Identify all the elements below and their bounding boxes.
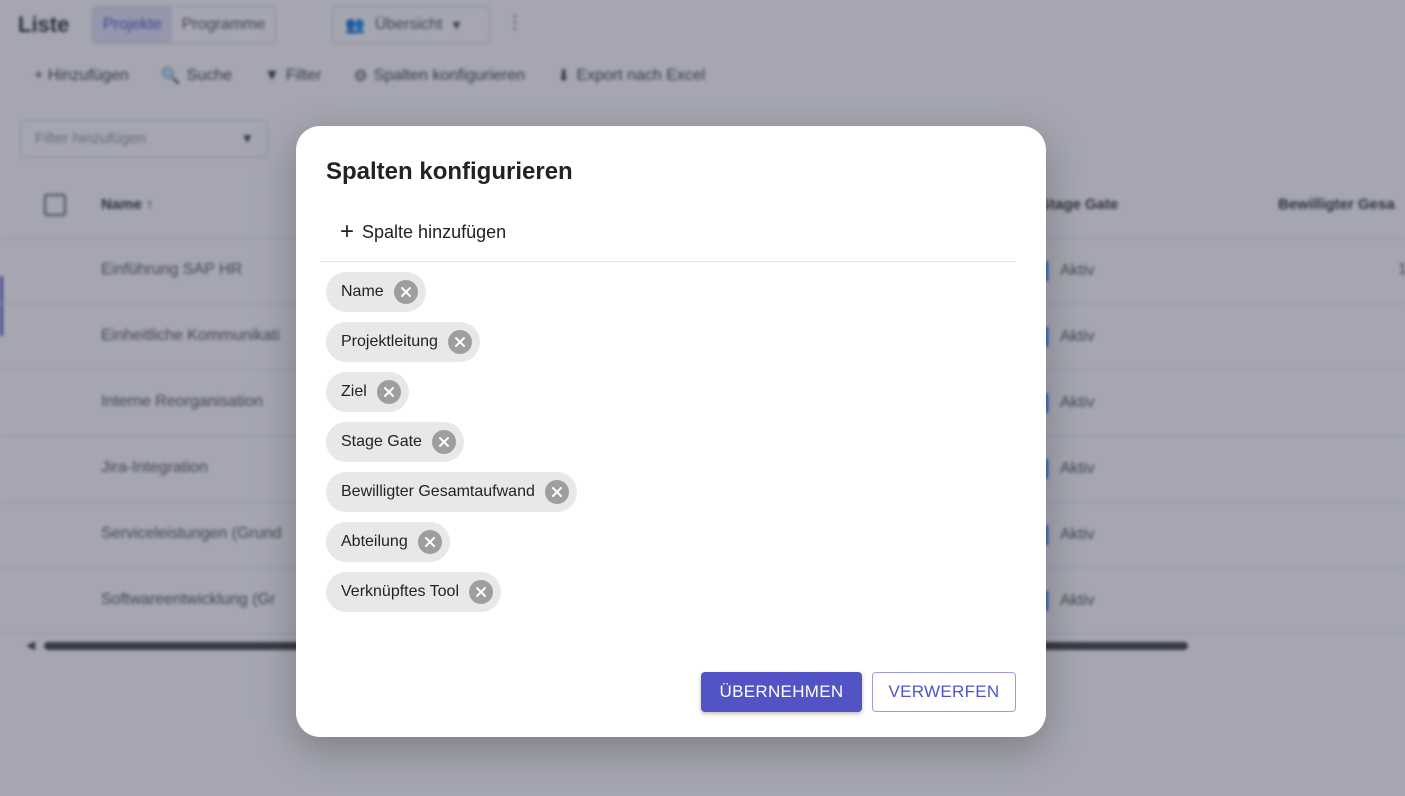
column-chip-name[interactable]: Name — [326, 272, 426, 312]
chip-label: Stage Gate — [341, 433, 422, 450]
remove-column-icon[interactable] — [469, 580, 494, 604]
column-chip-stage-gate[interactable]: Stage Gate — [326, 422, 464, 462]
plus-icon: + — [340, 218, 355, 245]
chip-label: Name — [341, 283, 384, 300]
chip-label: Verknüpftes Tool — [341, 583, 460, 600]
discard-button[interactable]: VERWERFEN — [872, 672, 1016, 712]
column-chip-projektleitung[interactable]: Projektleitung — [326, 322, 480, 362]
column-chip-list: Name Projektleitung Ziel Stage Gate Bewi… — [326, 272, 577, 612]
chip-label: Ziel — [341, 383, 367, 400]
column-chip-verknuepftes-tool[interactable]: Verknüpftes Tool — [326, 572, 502, 612]
remove-column-icon[interactable] — [376, 380, 401, 404]
divider — [320, 261, 1016, 262]
remove-column-icon[interactable] — [431, 430, 456, 454]
column-chip-bewilligter-gesamtaufwand[interactable]: Bewilligter Gesamtaufwand — [326, 472, 577, 512]
remove-column-icon[interactable] — [544, 480, 569, 504]
chip-label: Abteilung — [341, 533, 408, 550]
add-column-button[interactable]: + Spalte hinzufügen — [326, 214, 520, 250]
add-column-label: Spalte hinzufügen — [362, 221, 507, 242]
remove-column-icon[interactable] — [447, 330, 472, 354]
dialog-title: Spalten konfigurieren — [326, 158, 573, 185]
column-chip-abteilung[interactable]: Abteilung — [326, 522, 450, 562]
remove-column-icon[interactable] — [393, 280, 418, 304]
column-chip-ziel[interactable]: Ziel — [326, 372, 409, 412]
chip-label: Bewilligter Gesamtaufwand — [341, 483, 535, 500]
apply-button[interactable]: ÜBERNEHMEN — [701, 672, 862, 712]
configure-columns-dialog: Spalten konfigurieren + Spalte hinzufüge… — [296, 126, 1046, 737]
remove-column-icon[interactable] — [417, 530, 442, 554]
chip-label: Projektleitung — [341, 333, 438, 350]
